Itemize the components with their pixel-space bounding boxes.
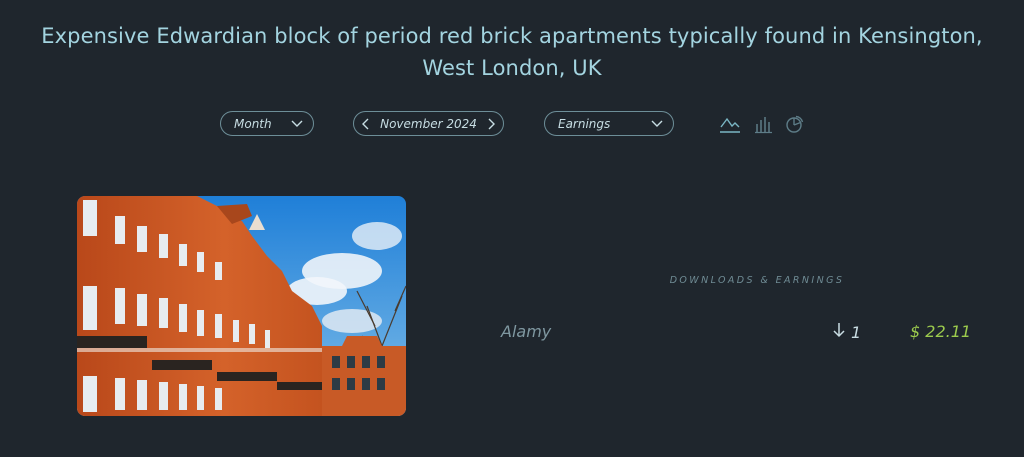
page-title-line-2: West London, UK (422, 56, 602, 80)
date-navigator: November 2024 (353, 111, 504, 136)
downloads-count: 1 (833, 322, 861, 342)
filter-bar: Month November 2024 Earnings (0, 111, 1024, 139)
metric-select-value: Earnings (558, 116, 611, 131)
section-label: DOWNLOADS & EARNINGS (669, 275, 845, 286)
building-photo-illustration (77, 196, 406, 416)
line-chart-icon[interactable] (719, 114, 741, 138)
date-value: November 2024 (380, 116, 477, 131)
photo-thumbnail[interactable] (77, 196, 406, 416)
page-title-line-1: Expensive Edwardian block of period red … (41, 24, 983, 48)
earnings-value: $ 22.11 (910, 322, 972, 341)
arrow-down-icon (833, 322, 845, 342)
pie-chart-icon[interactable] (785, 114, 805, 138)
chevron-down-icon (291, 120, 303, 128)
chevron-left-icon[interactable] (362, 118, 370, 130)
period-select-value: Month (234, 116, 272, 131)
page-title: Expensive Edwardian block of period red … (0, 20, 1024, 84)
downloads-value: 1 (851, 322, 862, 342)
agency-name: Alamy (501, 322, 552, 341)
period-select[interactable]: Month (220, 111, 314, 136)
chevron-down-icon (651, 120, 663, 128)
chevron-right-icon[interactable] (487, 118, 495, 130)
metric-select[interactable]: Earnings (544, 111, 674, 136)
bar-chart-icon[interactable] (755, 114, 773, 138)
